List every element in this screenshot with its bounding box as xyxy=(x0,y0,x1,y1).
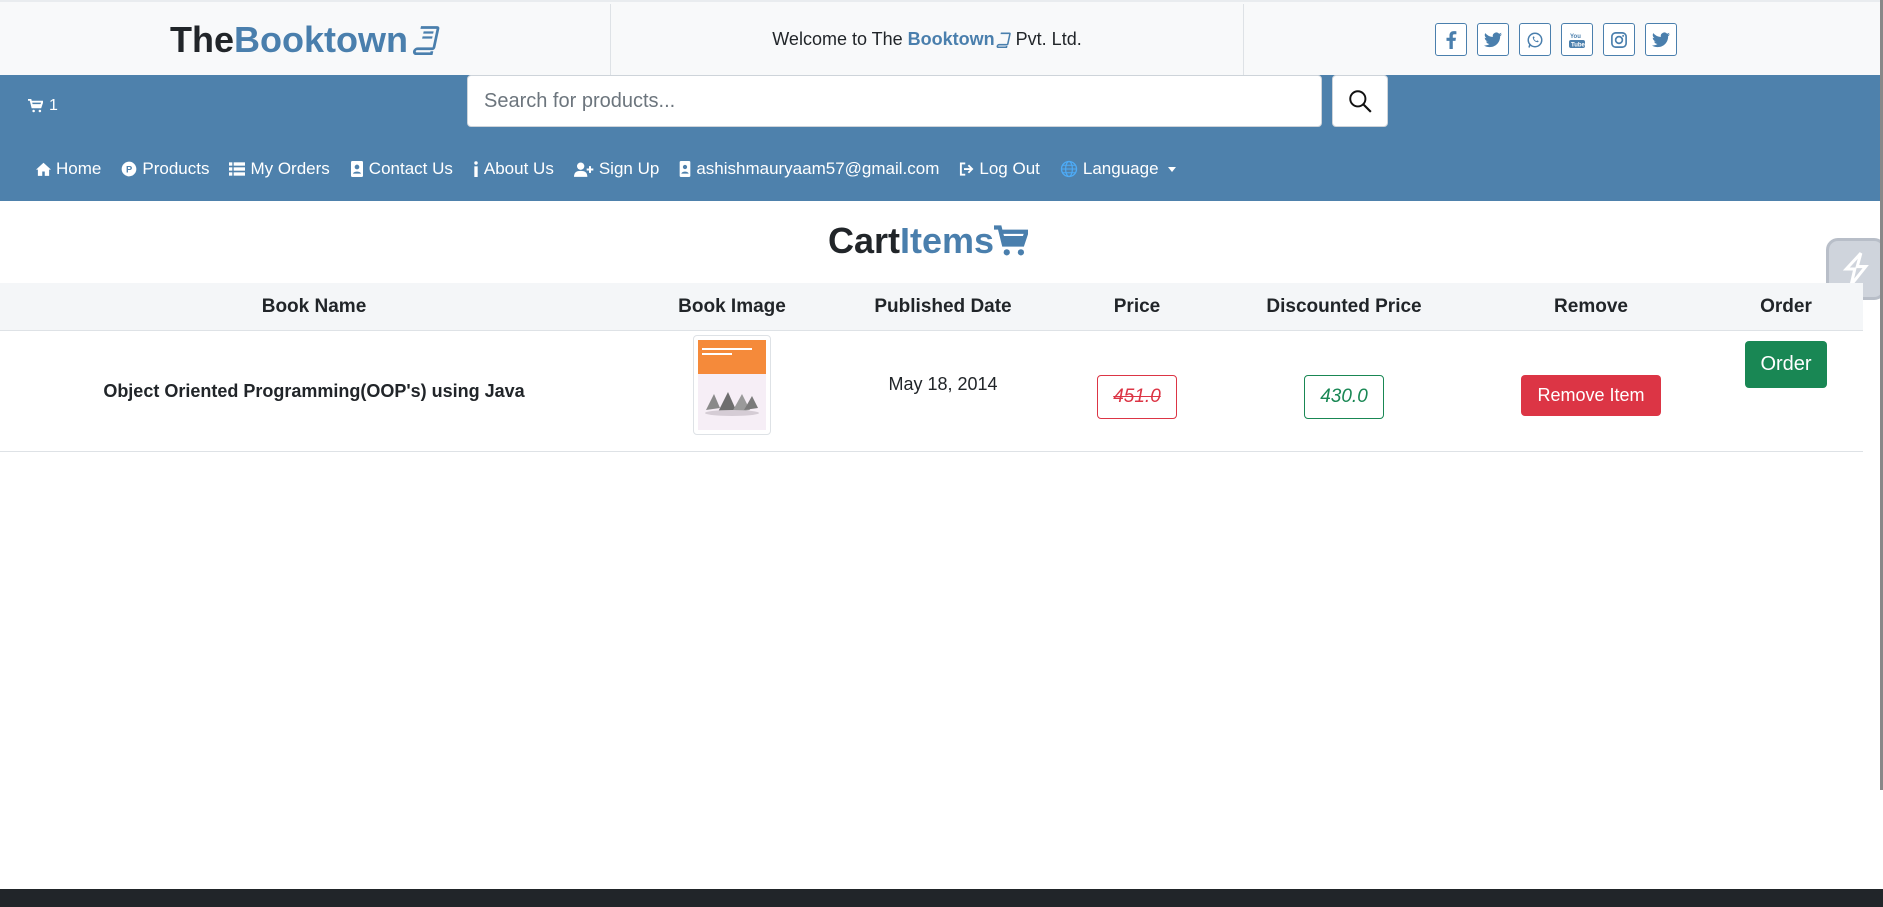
cell-published-date: May 18, 2014 xyxy=(836,331,1050,452)
instagram-icon xyxy=(1611,31,1627,48)
nav-user-email-label: ashishmauryaam57@gmail.com xyxy=(696,159,940,178)
discounted-price: 430.0 xyxy=(1304,374,1384,419)
social-cell: You Tube xyxy=(1244,4,1883,75)
logo-cell: The Booktown xyxy=(0,4,610,75)
whatsapp-button[interactable] xyxy=(1519,23,1551,56)
shopping-cart-icon xyxy=(28,99,43,113)
cell-book-name: Object Oriented Programming(OOP's) using… xyxy=(0,331,628,452)
twitter-icon xyxy=(1484,31,1502,47)
nav-about-us-label: About Us xyxy=(483,159,554,178)
site-logo[interactable]: The Booktown xyxy=(170,19,440,61)
lightning-icon xyxy=(1842,252,1869,286)
nav-language-dropdown[interactable]: Language xyxy=(1060,159,1176,179)
nav-products[interactable]: P Products xyxy=(121,159,209,179)
youtube-button[interactable]: You Tube xyxy=(1561,23,1593,56)
svg-text:You: You xyxy=(1570,34,1581,40)
top-bar: The Booktown Welcome to The Booktown Pvt… xyxy=(0,0,1883,75)
list-icon xyxy=(229,162,246,176)
nav-my-orders[interactable]: My Orders xyxy=(229,159,330,179)
order-button[interactable]: Order xyxy=(1745,341,1827,388)
welcome-brand-text: Booktown xyxy=(907,29,995,49)
welcome-suffix: Pvt. Ltd. xyxy=(1015,29,1082,49)
welcome-cell: Welcome to The Booktown Pvt. Ltd. xyxy=(610,4,1244,75)
main-nav: Home P Products My Orders Contact Us Abo… xyxy=(36,159,1176,179)
col-header-remove: Remove xyxy=(1554,296,1628,317)
svg-text:P: P xyxy=(126,164,132,174)
user-badge-icon xyxy=(679,161,691,177)
table-header: Book Name Book Image Published Date Pric… xyxy=(0,283,1863,331)
info-icon xyxy=(474,161,478,177)
twitter-button[interactable] xyxy=(1477,23,1509,56)
book-cover-thumbnail[interactable] xyxy=(693,334,771,435)
col-header-price: Price xyxy=(1113,296,1161,317)
cell-discounted-price: 430.0 xyxy=(1224,331,1464,452)
nav-my-orders-label: My Orders xyxy=(250,159,330,178)
contact-book-icon xyxy=(350,161,363,177)
whatsapp-icon xyxy=(1527,32,1543,48)
nav-sign-up[interactable]: Sign Up xyxy=(573,159,660,179)
social-links: You Tube xyxy=(1435,23,1677,56)
logo-text-booktown: Booktown xyxy=(234,18,408,60)
youtube-icon: You Tube xyxy=(1569,34,1585,48)
nav-user-email[interactable]: ashishmauryaam57@gmail.com xyxy=(679,159,939,179)
page-title-cart: Cart xyxy=(827,220,900,261)
cell-remove: Remove Item xyxy=(1464,331,1718,452)
search-icon xyxy=(1349,90,1372,113)
table-row: Object Oriented Programming(OOP's) using… xyxy=(0,331,1863,452)
welcome-brand: Booktown xyxy=(908,29,1011,50)
nav-log-out[interactable]: Log Out xyxy=(959,159,1040,179)
cart-link[interactable]: 1 xyxy=(28,97,58,115)
search-input[interactable] xyxy=(467,75,1322,127)
product-icon: P xyxy=(122,161,137,177)
book-icon xyxy=(996,32,1011,48)
nav-contact-us[interactable]: Contact Us xyxy=(350,159,453,179)
cell-order: Order xyxy=(1718,331,1854,452)
page-title: Cart Items xyxy=(0,220,1856,262)
svg-text:Tube: Tube xyxy=(1571,42,1585,48)
original-price: 451.0 xyxy=(1097,374,1177,419)
remove-item-button[interactable]: Remove Item xyxy=(1521,375,1661,416)
nav-home-label: Home xyxy=(56,159,102,178)
search-button[interactable] xyxy=(1332,75,1388,127)
nav-products-label: Products xyxy=(142,159,210,178)
page-title-items: Items xyxy=(899,220,995,261)
nav-contact-us-label: Contact Us xyxy=(368,159,453,178)
nav-home[interactable]: Home xyxy=(36,159,101,179)
twitter-button-2[interactable] xyxy=(1645,23,1677,56)
cell-price: 451.0 xyxy=(1050,331,1224,452)
nav-log-out-label: Log Out xyxy=(979,159,1040,178)
col-header-published-date: Published Date xyxy=(874,296,1012,317)
twitter-icon xyxy=(1652,31,1670,47)
nav-about-us[interactable]: About Us xyxy=(473,159,554,179)
col-header-book-name: Book Name xyxy=(261,296,367,317)
book-name: Object Oriented Programming(OOP's) using… xyxy=(103,381,525,401)
facebook-button[interactable] xyxy=(1435,23,1467,56)
facebook-icon xyxy=(1446,30,1457,49)
logout-icon xyxy=(960,162,974,176)
col-header-order: Order xyxy=(1760,296,1812,317)
cell-book-image xyxy=(628,331,836,452)
book-cover-image xyxy=(698,339,766,430)
user-plus-icon xyxy=(573,162,594,177)
cart-table: Book Name Book Image Published Date Pric… xyxy=(0,283,1863,452)
instagram-button[interactable] xyxy=(1603,23,1635,56)
col-header-book-image: Book Image xyxy=(678,296,786,317)
cart-count: 1 xyxy=(49,97,58,114)
shopping-cart-icon xyxy=(994,225,1029,256)
footer xyxy=(0,889,1883,907)
nav-sign-up-label: Sign Up xyxy=(598,159,660,178)
col-header-discounted-price: Discounted Price xyxy=(1266,296,1422,317)
home-icon xyxy=(36,162,51,176)
book-icon xyxy=(413,25,440,55)
published-date: May 18, 2014 xyxy=(888,374,998,394)
globe-icon xyxy=(1060,160,1078,178)
welcome-prefix: Welcome to The xyxy=(772,29,903,49)
nav-language-label: Language xyxy=(1082,159,1159,178)
welcome-message: Welcome to The Booktown Pvt. Ltd. xyxy=(772,29,1081,50)
chevron-down-icon xyxy=(1167,166,1176,172)
main-header: 1 Home P Products My Orders Contact Us A… xyxy=(0,75,1883,201)
logo-text-the: The xyxy=(170,18,235,60)
